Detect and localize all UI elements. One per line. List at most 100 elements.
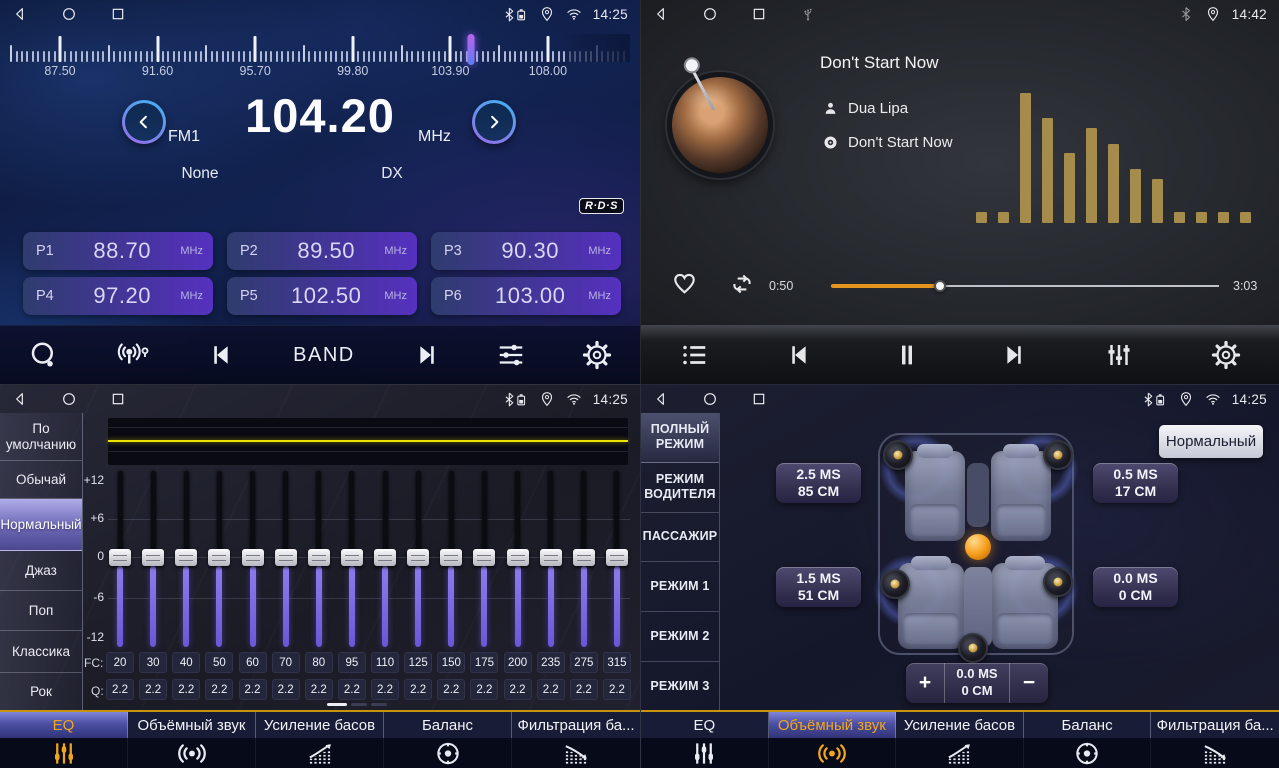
eq-band-slider[interactable]	[341, 471, 363, 647]
nav-back-icon[interactable]	[12, 6, 28, 22]
surround-mode-item[interactable]: РЕЖИМ ВОДИТЕЛЯ	[641, 463, 719, 513]
q-value[interactable]: 2.2	[404, 679, 432, 700]
preset-button-p2[interactable]: P289.50MHz	[227, 232, 417, 270]
delay-front-left-button[interactable]: 2.5 MS 85 CM	[776, 463, 861, 503]
q-value[interactable]: 2.2	[470, 679, 498, 700]
fc-value[interactable]: 20	[106, 652, 134, 673]
q-value[interactable]: 2.2	[139, 679, 167, 700]
fc-value[interactable]: 315	[603, 652, 631, 673]
eq-band-slider[interactable]	[175, 471, 197, 647]
repeat-icon[interactable]	[729, 271, 755, 297]
seek-knob[interactable]	[934, 280, 946, 292]
surround-mode-item[interactable]: ПОЛНЫЙ РЕЖИМ	[641, 413, 719, 463]
scan-icon[interactable]	[28, 340, 58, 370]
surround-preset-button[interactable]: Нормальный	[1159, 425, 1263, 458]
surround-mode-item[interactable]: РЕЖИМ 3	[641, 662, 719, 711]
tab-balance[interactable]: Баланс	[1024, 712, 1152, 768]
eq-band-slider[interactable]	[142, 471, 164, 647]
eq-preset-item[interactable]: Джаз	[0, 551, 82, 591]
eq-band-slider[interactable]	[573, 471, 595, 647]
tune-up-button[interactable]	[472, 100, 516, 144]
fc-value[interactable]: 30	[139, 652, 167, 673]
nav-recents-icon[interactable]	[110, 391, 126, 407]
slider-handle[interactable]	[175, 549, 197, 566]
tab-bass-boost[interactable]: Усиление басов	[896, 712, 1024, 768]
slider-handle[interactable]	[275, 549, 297, 566]
fc-value[interactable]: 60	[239, 652, 267, 673]
slider-handle[interactable]	[606, 549, 628, 566]
eq-band-slider[interactable]	[308, 471, 330, 647]
eq-band-slider[interactable]	[109, 471, 131, 647]
delay-rear-right-button[interactable]: 0.0 MS 0 CM	[1093, 567, 1178, 607]
preset-button-p3[interactable]: P390.30MHz	[431, 232, 621, 270]
eq-preset-item[interactable]: Обычай	[0, 461, 82, 499]
eq-preset-item[interactable]: По умолчанию	[0, 413, 82, 461]
frequency-dial[interactable]	[10, 34, 630, 62]
eq-preset-item[interactable]: Рок	[0, 673, 82, 711]
eq-band-slider[interactable]	[473, 471, 495, 647]
eq-preset-item[interactable]: Нормальный	[0, 499, 82, 551]
nav-home-icon[interactable]	[61, 391, 77, 407]
eq-band-slider[interactable]	[507, 471, 529, 647]
eq-preset-item[interactable]: Классика	[0, 631, 82, 673]
surround-mode-item[interactable]: РЕЖИМ 2	[641, 612, 719, 662]
decrease-delay-button[interactable]: −	[1010, 663, 1048, 703]
fc-value[interactable]: 70	[272, 652, 300, 673]
dial-indicator[interactable]	[468, 34, 475, 65]
nav-home-icon[interactable]	[61, 6, 77, 22]
eq-band-slider[interactable]	[374, 471, 396, 647]
nav-back-icon[interactable]	[653, 6, 669, 22]
nav-back-icon[interactable]	[12, 391, 28, 407]
gear-icon[interactable]	[582, 340, 612, 370]
surround-mode-item[interactable]: РЕЖИМ 1	[641, 562, 719, 612]
gear-icon[interactable]	[1211, 340, 1241, 370]
fc-value[interactable]: 95	[338, 652, 366, 673]
preset-button-p6[interactable]: P6103.00MHz	[431, 277, 621, 315]
q-value[interactable]: 2.2	[172, 679, 200, 700]
q-value[interactable]: 2.2	[239, 679, 267, 700]
eq-preset-item[interactable]: Поп	[0, 591, 82, 631]
tab-bass-boost[interactable]: Усиление басов	[256, 712, 384, 768]
q-value[interactable]: 2.2	[205, 679, 233, 700]
fc-value[interactable]: 150	[437, 652, 465, 673]
slider-handle[interactable]	[308, 549, 330, 566]
preset-button-p1[interactable]: P188.70MHz	[23, 232, 213, 270]
eq-band-slider[interactable]	[540, 471, 562, 647]
slider-handle[interactable]	[374, 549, 396, 566]
pause-icon[interactable]	[892, 340, 922, 370]
fc-value[interactable]: 50	[205, 652, 233, 673]
slider-handle[interactable]	[208, 549, 230, 566]
nav-home-icon[interactable]	[702, 6, 718, 22]
nav-back-icon[interactable]	[653, 391, 669, 407]
band-button[interactable]: BAND	[293, 344, 355, 367]
q-value[interactable]: 2.2	[371, 679, 399, 700]
delay-front-right-button[interactable]: 0.5 MS 17 CM	[1093, 463, 1178, 503]
previous-station-icon[interactable]	[207, 340, 237, 370]
slider-handle[interactable]	[407, 549, 429, 566]
mixer-icon[interactable]	[1104, 340, 1134, 370]
slider-handle[interactable]	[242, 549, 264, 566]
broadcast-icon[interactable]	[114, 340, 152, 370]
increase-delay-button[interactable]: +	[906, 663, 944, 703]
eq-band-slider[interactable]	[606, 471, 628, 647]
seek-bar[interactable]	[831, 281, 1219, 291]
nav-home-icon[interactable]	[702, 391, 718, 407]
eq-band-slider[interactable]	[208, 471, 230, 647]
q-value[interactable]: 2.2	[537, 679, 565, 700]
fc-value[interactable]: 40	[172, 652, 200, 673]
eq-band-slider[interactable]	[242, 471, 264, 647]
previous-track-icon[interactable]	[785, 340, 815, 370]
eq-settings-icon[interactable]	[496, 340, 526, 370]
q-value[interactable]: 2.2	[570, 679, 598, 700]
slider-handle[interactable]	[440, 549, 462, 566]
fc-value[interactable]: 235	[537, 652, 565, 673]
q-value[interactable]: 2.2	[305, 679, 333, 700]
fc-value[interactable]: 80	[305, 652, 333, 673]
fc-value[interactable]: 275	[570, 652, 598, 673]
slider-handle[interactable]	[473, 549, 495, 566]
slider-handle[interactable]	[142, 549, 164, 566]
fc-value[interactable]: 110	[371, 652, 399, 673]
playlist-icon[interactable]	[679, 340, 709, 370]
tab-eq[interactable]: EQ	[641, 712, 769, 768]
nav-recents-icon[interactable]	[751, 6, 767, 22]
